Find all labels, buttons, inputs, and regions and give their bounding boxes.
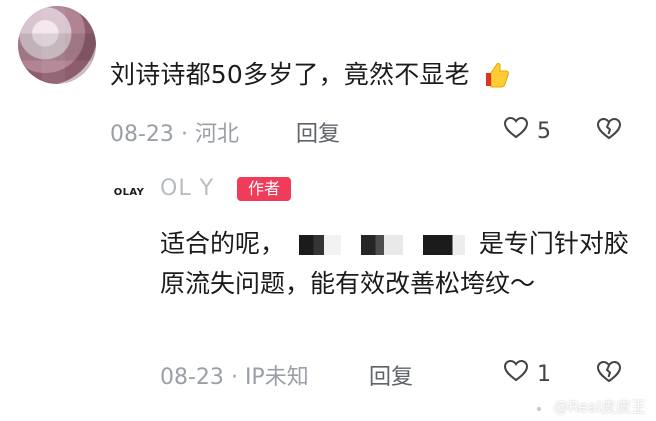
heart-icon bbox=[503, 359, 529, 389]
weibo-icon bbox=[532, 399, 550, 415]
comment-location: 河北 bbox=[194, 122, 239, 147]
comment-meta: 08-23 · 河北 bbox=[110, 116, 239, 148]
thumbs-up-icon bbox=[480, 61, 510, 89]
comment-text-main: 刘诗诗都50多岁了，竟然不显老 bbox=[110, 60, 470, 89]
watermark: @Real皮皮王 bbox=[532, 396, 646, 417]
redacted-block bbox=[422, 235, 465, 255]
comment-date: 08-23 bbox=[110, 122, 174, 147]
broken-heart-icon bbox=[596, 360, 622, 388]
brand-avatar-text: OLAY bbox=[113, 186, 145, 198]
brand-avatar[interactable]: OLAY bbox=[107, 170, 151, 214]
like-count: 5 bbox=[537, 118, 551, 144]
reply-location: IP未知 bbox=[244, 365, 309, 390]
watermark-text: @Real皮皮王 bbox=[553, 398, 646, 416]
heart-icon bbox=[503, 116, 529, 146]
redacted-block bbox=[298, 235, 341, 255]
reply-text-part1: 适合的呢， bbox=[160, 229, 286, 258]
reply-date: 08-23 bbox=[160, 365, 224, 390]
avatar[interactable] bbox=[18, 6, 96, 84]
brand-name[interactable]: OL Y bbox=[160, 176, 214, 201]
dislike-button[interactable] bbox=[596, 360, 622, 388]
reply-meta: 08-23 · IP未知 bbox=[160, 359, 309, 391]
comment-text: 刘诗诗都50多岁了，竟然不显老 bbox=[110, 60, 510, 90]
author-badge: 作者 bbox=[237, 177, 291, 201]
like-button[interactable]: 5 bbox=[503, 116, 551, 146]
meta-separator: · bbox=[230, 365, 238, 390]
reply-button[interactable]: 回复 bbox=[296, 116, 340, 148]
dislike-button[interactable] bbox=[596, 117, 622, 145]
like-count: 1 bbox=[537, 361, 551, 387]
reply-button[interactable]: 回复 bbox=[369, 359, 413, 391]
like-button[interactable]: 1 bbox=[503, 359, 551, 389]
broken-heart-icon bbox=[596, 117, 622, 145]
redacted-block bbox=[360, 235, 403, 255]
meta-separator: · bbox=[180, 122, 188, 147]
reply-text: 适合的呢， 是专门针对胶原流失问题，能有效改善松垮纹～ bbox=[160, 224, 640, 304]
